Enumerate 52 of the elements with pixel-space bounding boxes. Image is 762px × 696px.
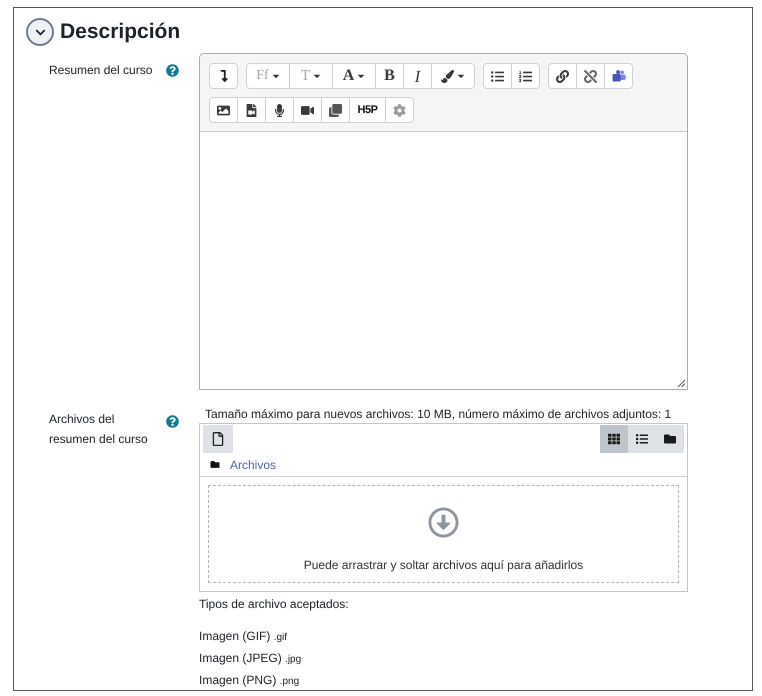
drop-zone-text: Puede arrastrar y soltar archivos aquí para añadirlos	[304, 557, 584, 573]
file-limits-text: Tamaño máximo para nuevos archivos: 10 MB, número máximo de archivos adjuntos: 1	[204, 406, 672, 422]
broken-link-icon	[584, 70, 597, 82]
view-toggle-button[interactable]	[600, 425, 628, 453]
gear-icon	[393, 104, 406, 116]
copy-pages-icon	[329, 104, 342, 116]
toolbar-button[interactable]: I	[403, 63, 432, 89]
people-icon	[612, 70, 626, 82]
toolbar-button[interactable]	[237, 97, 266, 123]
toolbar-button[interactable]: A	[332, 63, 376, 89]
file-type-item: Imagen (PNG) .png	[199, 672, 300, 689]
file-type-item: Imagen (JPEG) .jpg	[199, 650, 302, 667]
view-toggle-button[interactable]	[656, 425, 684, 453]
collapse-button[interactable]	[26, 18, 54, 46]
link-icon	[556, 70, 569, 82]
file-type-item: Imagen (GIF) .gif	[199, 628, 288, 645]
toolbar-button[interactable]	[548, 63, 577, 89]
folder-path-link[interactable]: Archivos	[230, 456, 276, 472]
toolbar-button[interactable]: H5P	[349, 97, 386, 123]
accepted-types-title: Tipos de archivo aceptados:	[199, 596, 350, 613]
help-icon[interactable]	[166, 415, 179, 428]
toolbar-button[interactable]	[265, 97, 294, 123]
grid-view-icon	[608, 433, 620, 445]
list-view-icon	[636, 433, 648, 445]
resize-handle-icon[interactable]	[677, 379, 685, 387]
bulleted-list-icon	[491, 70, 504, 82]
toolbar-button[interactable]	[431, 63, 475, 89]
drop-zone[interactable]: Puede arrastrar y soltar archivos aquí para añadirlos	[208, 485, 679, 583]
video-camera-icon	[301, 104, 314, 116]
view-toggle-button[interactable]	[628, 425, 656, 453]
file-icon	[212, 432, 224, 446]
toolbar-button[interactable]	[511, 63, 540, 89]
toolbar-button[interactable]	[209, 63, 238, 89]
field-label: Resumen del curso	[49, 62, 153, 79]
toolbar-button[interactable]	[209, 97, 238, 123]
microphone-icon	[273, 104, 286, 116]
folder-icon	[664, 433, 676, 445]
toolbar-button[interactable]	[483, 63, 512, 89]
help-icon[interactable]	[166, 64, 179, 77]
section-title: Descripción	[60, 19, 180, 45]
image-icon	[217, 104, 230, 116]
toolbar-button[interactable]	[321, 97, 350, 123]
toolbar-button[interactable]: B	[375, 63, 404, 89]
toolbar-button[interactable]	[293, 97, 322, 123]
folder-icon	[210, 460, 220, 469]
paint-brush-icon	[441, 70, 454, 82]
toolbar-button[interactable]	[604, 63, 633, 89]
add-file-button[interactable]	[203, 425, 233, 453]
field-label: Archivos del resumen del curso	[49, 411, 149, 448]
down-arrow-icon	[218, 70, 228, 82]
numbered-list-icon	[519, 70, 532, 82]
media-file-icon	[245, 104, 258, 116]
